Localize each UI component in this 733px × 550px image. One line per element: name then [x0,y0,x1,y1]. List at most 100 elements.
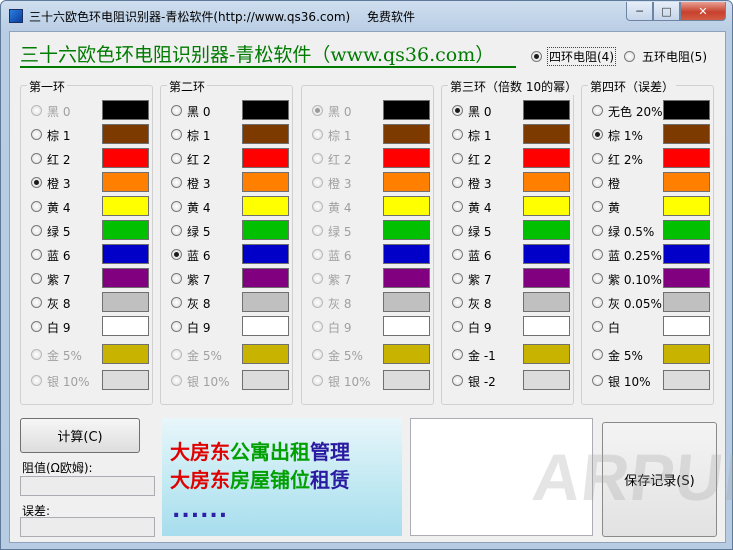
radio-option-multiplier[interactable]: 红 2 [452,148,570,168]
radio-option-band2[interactable]: 黑 0 [171,100,289,120]
radio-icon [452,153,463,164]
radio-label: 金 5% [608,349,643,363]
radio-label: 黑 0 [468,105,492,119]
radio-option-tolerance[interactable]: 绿 0.5% [592,220,710,240]
radio-option-band1[interactable]: 橙 3 [31,172,149,192]
radio-option-band2[interactable]: 橙 3 [171,172,289,192]
color-swatch [383,316,430,336]
color-swatch [102,124,149,144]
radio-icon [31,105,42,116]
color-swatch [102,100,149,120]
radio-option-multiplier[interactable]: 金 -1 [452,344,570,364]
radio-option-tolerance[interactable]: 无色 20% [592,100,710,120]
group-title: 第一环 [27,78,68,95]
color-swatch [102,268,149,288]
color-swatch [523,196,570,216]
radio-option-band2[interactable]: 绿 5 [171,220,289,240]
radio-label: 紫 7 [187,273,211,287]
radio-option-band2[interactable]: 黄 4 [171,196,289,216]
radio-icon [31,249,42,260]
radio-option-tolerance[interactable]: 白 [592,316,710,336]
radio-icon [171,297,182,308]
radio-label: 红 2% [608,153,643,167]
radio-option-multiplier[interactable]: 银 -2 [452,370,570,390]
radio-option-band1[interactable]: 红 2 [31,148,149,168]
radio-option-band2[interactable]: 紫 7 [171,268,289,288]
radio-option-tolerance[interactable]: 蓝 0.25% [592,244,710,264]
resistance-field[interactable] [20,476,155,496]
radio-label: 紫 7 [47,273,71,287]
color-swatch [663,148,710,168]
radio-option-tolerance[interactable]: 紫 0.10% [592,268,710,288]
calculate-button[interactable]: 计算(C) [20,418,140,453]
radio-label: 黄 4 [468,201,492,215]
color-swatch [383,344,430,364]
radio-option-band1[interactable]: 棕 1 [31,124,149,144]
radio-label: 蓝 6 [328,249,352,263]
ad-dots: ...... [172,498,229,523]
result-log-box[interactable] [410,418,593,536]
mode-radio-four-band[interactable]: 四环电阻(4) [531,47,616,66]
radio-icon [31,225,42,236]
color-swatch [383,124,430,144]
mode-radio-five-band[interactable]: 五环电阻(5) [624,47,709,66]
radio-option-multiplier[interactable]: 灰 8 [452,292,570,312]
radio-icon [312,105,323,116]
color-swatch [523,370,570,390]
radio-option-band2[interactable]: 白 9 [171,316,289,336]
radio-option-band2[interactable]: 棕 1 [171,124,289,144]
radio-label: 紫 7 [328,273,352,287]
radio-icon [452,225,463,236]
radio-label: 银 10% [328,375,371,389]
radio-option-band3: 橙 3 [312,172,430,192]
radio-option-tolerance[interactable]: 棕 1% [592,124,710,144]
radio-option-band1[interactable]: 灰 8 [31,292,149,312]
radio-option-tolerance[interactable]: 黄 [592,196,710,216]
group-band3: 黑 0 棕 1 红 2 橙 3 黄 4 绿 5 蓝 6 紫 7 灰 8 白 9 金 5% 银 10% [301,85,434,405]
radio-option-multiplier[interactable]: 紫 7 [452,268,570,288]
color-swatch [102,148,149,168]
radio-option-tolerance[interactable]: 银 10% [592,370,710,390]
radio-label: 银 10% [187,375,230,389]
radio-option-multiplier[interactable]: 白 9 [452,316,570,336]
radio-label: 红 2 [468,153,492,167]
title-bar[interactable]: 三十六欧色环电阻识别器-青松软件(http://www.qs36.com) 免费… [1,1,732,31]
close-button[interactable]: ✕ [680,2,726,21]
radio-icon [312,201,323,212]
minimize-icon: ─ [636,4,643,18]
radio-option-multiplier[interactable]: 棕 1 [452,124,570,144]
radio-option-band2[interactable]: 灰 8 [171,292,289,312]
radio-option-multiplier[interactable]: 蓝 6 [452,244,570,264]
radio-option-tolerance[interactable]: 灰 0.05% [592,292,710,312]
ad-text-segment: 租赁 [310,468,350,492]
color-swatch [383,370,430,390]
radio-option-band1[interactable]: 蓝 6 [31,244,149,264]
color-swatch [102,316,149,336]
headline-link[interactable]: 三十六欧色环电阻识别器-青松软件（www.qs36.com） [20,40,494,67]
tolerance-field[interactable] [20,517,155,537]
radio-label: 黄 4 [187,201,211,215]
color-swatch [383,100,430,120]
radio-option-tolerance[interactable]: 红 2% [592,148,710,168]
minimize-button[interactable]: ─ [626,2,653,21]
radio-option-tolerance[interactable]: 橙 [592,172,710,192]
radio-option-band1[interactable]: 紫 7 [31,268,149,288]
maximize-button[interactable]: □ [653,2,680,21]
radio-option-band1[interactable]: 绿 5 [31,220,149,240]
radio-icon [592,297,603,308]
radio-option-band1[interactable]: 黄 4 [31,196,149,216]
radio-icon [171,153,182,164]
radio-option-multiplier[interactable]: 绿 5 [452,220,570,240]
radio-option-band1[interactable]: 白 9 [31,316,149,336]
radio-option-multiplier[interactable]: 黑 0 [452,100,570,120]
radio-option-tolerance[interactable]: 金 5% [592,344,710,364]
radio-icon [452,297,463,308]
color-swatch [242,100,289,120]
radio-label: 橙 3 [187,177,211,191]
radio-option-band2[interactable]: 红 2 [171,148,289,168]
radio-option-multiplier[interactable]: 黄 4 [452,196,570,216]
ad-banner[interactable]: 大房东公寓出租管理 大房东房屋铺位租赁 ...... [162,418,402,536]
save-record-button[interactable]: 保存记录(S) [602,422,717,537]
radio-option-band2[interactable]: 蓝 6 [171,244,289,264]
radio-option-multiplier[interactable]: 橙 3 [452,172,570,192]
